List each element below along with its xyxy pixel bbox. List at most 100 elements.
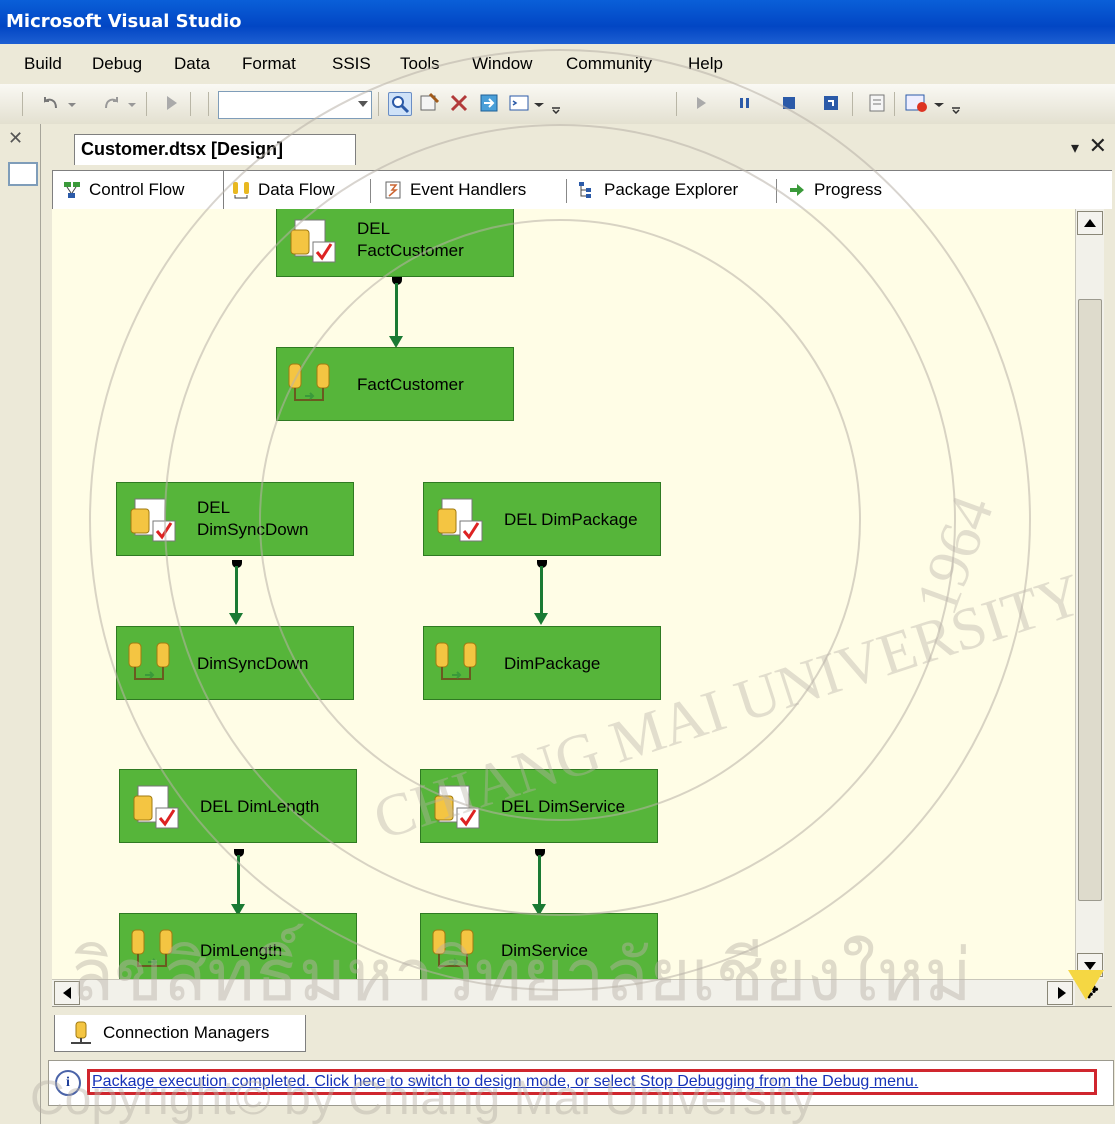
task-del-dimpackage[interactable]: DEL DimPackage bbox=[423, 482, 661, 556]
task-label: DEL FactCustomer bbox=[357, 219, 464, 260]
toolbox-icon[interactable] bbox=[448, 92, 470, 114]
task-dimpackage[interactable]: DimPackage bbox=[423, 626, 661, 700]
command-dropdown-icon[interactable] bbox=[532, 92, 546, 114]
solution-configuration-combo[interactable] bbox=[218, 91, 372, 119]
toolbar-separator bbox=[378, 92, 379, 116]
task-del-dimsyncdown[interactable]: DEL DimSyncDown bbox=[116, 482, 354, 556]
redo-icon[interactable] bbox=[100, 92, 122, 114]
menu-community[interactable]: Community bbox=[566, 54, 652, 74]
left-panel-input[interactable] bbox=[8, 162, 38, 186]
command-window-icon[interactable] bbox=[508, 92, 530, 114]
menu-build[interactable]: Build bbox=[24, 54, 62, 74]
horizontal-scrollbar[interactable] bbox=[52, 979, 1075, 1006]
toolbar-separator bbox=[190, 92, 191, 116]
task-dimsyncdown[interactable]: DimSyncDown bbox=[116, 626, 354, 700]
tab-package-explorer[interactable]: Package Explorer bbox=[578, 171, 738, 209]
breakpoints-window-icon[interactable] bbox=[866, 92, 888, 114]
data-flow-task-icon bbox=[432, 929, 474, 967]
precedence-constraint[interactable] bbox=[538, 855, 541, 907]
designer-tabs: Control Flow Data Flow Event Handlers Pa… bbox=[52, 170, 1112, 209]
task-dimservice[interactable]: DimService bbox=[420, 913, 658, 979]
info-icon: i bbox=[55, 1070, 81, 1096]
document-tab[interactable]: Customer.dtsx [Design] bbox=[74, 134, 356, 165]
menu-debug[interactable]: Debug bbox=[92, 54, 142, 74]
toolbar-separator bbox=[894, 92, 895, 116]
restart-icon[interactable] bbox=[820, 92, 842, 114]
vertical-scroll-thumb[interactable] bbox=[1078, 299, 1102, 901]
mouse-pointer-icon bbox=[1068, 970, 1104, 1000]
control-flow-icon bbox=[63, 181, 81, 199]
pause-icon[interactable] bbox=[734, 92, 756, 114]
find-in-files-icon[interactable] bbox=[388, 92, 412, 116]
start-debugging-icon[interactable] bbox=[160, 92, 182, 114]
toolbar-separator bbox=[146, 92, 147, 116]
execute-sql-task-icon bbox=[133, 785, 179, 829]
title-bar: Microsoft Visual Studio bbox=[0, 0, 1115, 44]
menu-tools[interactable]: Tools bbox=[400, 54, 440, 74]
precedence-constraint[interactable] bbox=[235, 566, 238, 616]
connection-manager-icon bbox=[71, 1021, 91, 1044]
continue-icon[interactable] bbox=[690, 92, 712, 114]
tab-connection-managers[interactable]: Connection Managers bbox=[54, 1015, 306, 1052]
tab-progress[interactable]: Progress bbox=[788, 171, 882, 209]
menu-format[interactable]: Format bbox=[242, 54, 296, 74]
switch-to-design-mode-link[interactable]: Package execution completed. Click here … bbox=[87, 1069, 1097, 1095]
task-factcustomer[interactable]: FactCustomer bbox=[276, 347, 514, 421]
tab-event-handlers[interactable]: Event Handlers bbox=[384, 171, 526, 209]
arrow-head-icon bbox=[229, 613, 243, 625]
event-handlers-icon bbox=[384, 181, 402, 199]
menu-window[interactable]: Window bbox=[472, 54, 532, 74]
stop-debugging-icon[interactable] bbox=[778, 92, 800, 114]
scroll-up-button[interactable] bbox=[1077, 211, 1103, 235]
menu-help[interactable]: Help bbox=[688, 54, 723, 74]
task-dimlength[interactable]: DimLength bbox=[119, 913, 357, 979]
toolbar-separator bbox=[676, 92, 677, 116]
tab-separator bbox=[370, 179, 371, 203]
close-document-icon[interactable]: ✕ bbox=[1089, 133, 1107, 159]
info-bar: i Package execution completed. Click her… bbox=[48, 1060, 1114, 1106]
tab-data-flow[interactable]: Data Flow bbox=[232, 171, 335, 209]
progress-arrow-icon bbox=[788, 181, 806, 199]
tab-label: Event Handlers bbox=[410, 180, 527, 199]
control-flow-canvas[interactable]: DEL FactCustomer FactCustomer DEL DimSyn… bbox=[52, 209, 1075, 979]
menu-bar: Build Debug Data Format SSIS Tools Windo… bbox=[0, 44, 1115, 84]
scroll-left-button[interactable] bbox=[54, 981, 80, 1005]
arrow-left-icon bbox=[63, 987, 71, 999]
task-del-factcustomer[interactable]: DEL FactCustomer bbox=[276, 209, 514, 277]
toolbar-separator bbox=[208, 92, 209, 116]
tab-control-flow[interactable]: Control Flow bbox=[52, 171, 224, 209]
menu-data[interactable]: Data bbox=[174, 54, 210, 74]
redo-dropdown-icon[interactable] bbox=[126, 92, 138, 114]
data-flow-task-icon bbox=[435, 642, 477, 680]
precedence-constraint[interactable] bbox=[395, 283, 398, 339]
data-flow-task-icon bbox=[131, 929, 173, 967]
package-icon[interactable] bbox=[478, 92, 500, 114]
task-label: DimPackage bbox=[504, 654, 601, 673]
task-label: DEL DimPackage bbox=[504, 510, 638, 529]
tab-label: Package Explorer bbox=[604, 180, 739, 199]
close-icon[interactable]: ✕ bbox=[8, 128, 30, 148]
data-flow-icon bbox=[232, 181, 250, 199]
vertical-scrollbar[interactable] bbox=[1075, 209, 1104, 979]
window-position-dropdown-icon[interactable]: ▾ bbox=[1071, 138, 1079, 158]
left-tool-window: ✕ bbox=[0, 124, 41, 1124]
task-label: FactCustomer bbox=[357, 375, 464, 394]
execute-sql-task-icon bbox=[130, 498, 176, 542]
arrow-head-icon bbox=[534, 613, 548, 625]
menu-ssis[interactable]: SSIS bbox=[332, 54, 371, 74]
toggle-breakpoint-icon[interactable] bbox=[904, 92, 930, 114]
precedence-constraint[interactable] bbox=[237, 855, 240, 907]
task-del-dimservice[interactable]: DEL DimService bbox=[420, 769, 658, 843]
properties-window-icon[interactable] bbox=[418, 92, 440, 114]
toolbar-overflow-icon[interactable] bbox=[550, 92, 562, 115]
precedence-constraint[interactable] bbox=[540, 566, 543, 616]
undo-icon[interactable] bbox=[40, 92, 62, 114]
execute-sql-task-icon bbox=[437, 498, 483, 542]
breakpoint-dropdown-icon[interactable] bbox=[932, 92, 946, 114]
undo-dropdown-icon[interactable] bbox=[66, 92, 78, 114]
execute-sql-task-icon bbox=[434, 785, 480, 829]
task-del-dimlength[interactable]: DEL DimLength bbox=[119, 769, 357, 843]
debug-toolbar-overflow-icon[interactable] bbox=[950, 92, 962, 115]
task-label: DimLength bbox=[200, 941, 283, 960]
connection-managers-panel: Connection Managers bbox=[52, 1006, 1112, 1059]
